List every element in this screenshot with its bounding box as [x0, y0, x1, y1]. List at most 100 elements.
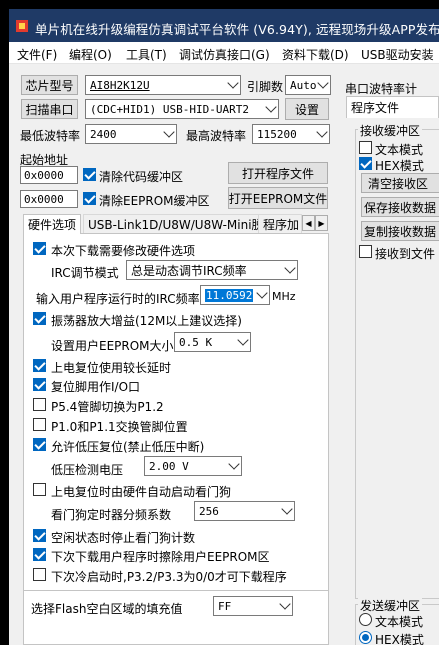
chevron-down-icon: [281, 503, 293, 515]
wdt-auto-start-label: 上电复位时由硬件自动启动看门狗: [51, 485, 232, 499]
chevron-down-icon: [284, 262, 296, 274]
low-voltage-label: 低压检测电压: [51, 463, 124, 477]
max-baud-select[interactable]: 115200: [252, 124, 330, 144]
low-voltage-select[interactable]: 2.00 V: [144, 456, 242, 476]
chip-type-button[interactable]: 芯片型号: [21, 75, 78, 95]
tab-program-encryption[interactable]: 程序加: [258, 214, 302, 234]
chevron-down-icon: [163, 126, 175, 138]
cold-boot-condition-checkbox[interactable]: [33, 568, 46, 581]
eeprom-start-address-input[interactable]: 0x0000: [20, 190, 78, 208]
tab-baud-calculator[interactable]: 串口波特率计: [341, 79, 439, 97]
eeprom-size-label: 设置用户EEPROM大小: [51, 339, 174, 353]
save-receive-button[interactable]: 保存接收数据: [361, 197, 439, 217]
min-baud-value: 2400: [90, 127, 117, 141]
wdt-divider-select[interactable]: 256: [194, 501, 295, 521]
settings-button[interactable]: 设置: [285, 98, 329, 120]
scan-port-button[interactable]: 扫描串口: [21, 99, 78, 119]
flash-fill-select[interactable]: FF: [213, 596, 293, 616]
port-value: (CDC+HID1) USB-HID-UART2: [90, 102, 249, 116]
chevron-down-icon: [227, 77, 239, 89]
tab-hardware-options[interactable]: 硬件选项: [23, 214, 82, 234]
low-voltage-reset-label: 允许低压复位(禁止低压中断): [51, 440, 205, 454]
irc-frequency-select[interactable]: 11.0592: [200, 285, 270, 305]
irc-frequency-value: 11.0592: [205, 288, 254, 302]
pin-count-value: Auto: [290, 78, 317, 92]
pin-count-select[interactable]: Auto: [285, 75, 331, 95]
clear-code-buffer-label: 清除代码缓冲区: [99, 170, 184, 184]
erase-eeprom-checkbox[interactable]: [33, 548, 46, 561]
eeprom-size-value: 0.5 K: [179, 335, 213, 349]
title-bar: 单片机在线升级编程仿真调试平台软件 (V6.94Y), 远程现场升级APP发布: [9, 9, 439, 42]
flash-fill-label: 选择Flash空白区域的填充值: [31, 602, 183, 616]
tab-scroll-right-icon[interactable]: ▶: [315, 215, 328, 231]
idle-stop-wdt-checkbox[interactable]: [33, 529, 46, 542]
reset-pin-io-label: 复位脚用作I/O口: [51, 380, 141, 394]
min-baud-select[interactable]: 2400: [85, 124, 177, 144]
hex-mode-label: HEX模式: [375, 159, 424, 173]
text-mode-label: 文本模式: [375, 143, 424, 157]
p54-p12-label: P5.4管脚切换为P1.2: [51, 400, 164, 414]
menu-tools[interactable]: 工具(T): [126, 46, 167, 63]
code-start-address-input[interactable]: 0x0000: [20, 166, 78, 184]
clear-receive-button[interactable]: 清空接收区: [361, 173, 439, 193]
chevron-down-icon: [256, 287, 268, 299]
irc-frequency-unit: MHz: [272, 290, 296, 303]
chip-type-value: AI8H2K12U: [90, 78, 150, 92]
hex-mode-checkbox[interactable]: [359, 157, 372, 170]
modify-hw-options-label: 本次下载需要修改硬件选项: [51, 244, 196, 258]
tab-scroll-left-icon[interactable]: ◀: [302, 215, 315, 231]
max-baud-value: 115200: [257, 127, 297, 141]
clear-eeprom-buffer-checkbox[interactable]: [83, 192, 96, 205]
irc-mode-label: IRC调节模式: [51, 266, 119, 280]
chevron-down-icon: [228, 458, 240, 470]
power-reset-delay-label: 上电复位使用较长延时: [51, 361, 172, 375]
irc-frequency-label: 输入用户程序运行时的IRC频率: [36, 292, 200, 306]
copy-receive-button[interactable]: 复制接收数据: [361, 221, 439, 241]
menu-usb-driver[interactable]: USB驱动安装: [361, 46, 434, 63]
tab-usb-link[interactable]: USB-Link1D/U8W/U8W-Mini脱机: [83, 214, 281, 234]
send-hex-mode-radio[interactable]: [359, 631, 372, 644]
irc-mode-value: 总是动态调节IRC频率: [131, 263, 247, 278]
wdt-divider-label: 看门狗定时器分频系数: [51, 508, 172, 522]
menu-bar: 文件(F) 编程(O) 工具(T) 调试仿真接口(G) 资料下载(D) USB驱…: [9, 42, 439, 64]
chip-type-select[interactable]: AI8H2K12U: [85, 75, 241, 95]
clear-code-buffer-checkbox[interactable]: [83, 168, 96, 181]
chevron-down-icon: [317, 77, 329, 89]
send-hex-mode-label: HEX模式: [375, 633, 424, 645]
chevron-down-icon: [265, 101, 277, 113]
receive-buffer-title: 接收缓冲区: [358, 122, 423, 139]
receive-to-file-checkbox[interactable]: [359, 245, 372, 258]
osc-gain-label: 振荡器放大增益(12M以上建议选择): [51, 314, 242, 328]
menu-debug[interactable]: 调试仿真接口(G): [179, 46, 270, 63]
send-text-mode-radio[interactable]: [359, 613, 372, 626]
chevron-down-icon: [237, 334, 249, 346]
idle-stop-wdt-label: 空闲状态时停止看门狗计数: [51, 531, 196, 545]
tab-program-file[interactable]: 程序文件: [346, 96, 439, 118]
send-buffer-title: 发送缓冲区: [358, 597, 423, 614]
receive-to-file-label: 接收到文件: [375, 247, 436, 261]
open-eeprom-file-button[interactable]: 打开EEPROM文件: [228, 187, 328, 209]
chevron-down-icon: [316, 126, 328, 138]
menu-download[interactable]: 资料下载(D): [282, 46, 349, 63]
menu-program[interactable]: 编程(O): [69, 46, 112, 63]
osc-gain-checkbox[interactable]: [33, 312, 46, 325]
low-voltage-reset-checkbox[interactable]: [33, 438, 46, 451]
open-program-file-button[interactable]: 打开程序文件: [228, 162, 328, 184]
port-select[interactable]: (CDC+HID1) USB-HID-UART2: [85, 99, 279, 119]
wdt-divider-value: 256: [199, 504, 219, 518]
p10-p11-swap-checkbox[interactable]: [33, 418, 46, 431]
modify-hw-options-checkbox[interactable]: [33, 242, 46, 255]
flash-fill-value: FF: [218, 599, 232, 613]
irc-mode-select[interactable]: 总是动态调节IRC频率: [126, 260, 298, 280]
send-text-mode-label: 文本模式: [375, 615, 424, 629]
low-voltage-value: 2.00 V: [149, 459, 189, 473]
wdt-auto-start-checkbox[interactable]: [33, 483, 46, 496]
text-mode-checkbox[interactable]: [359, 141, 372, 154]
p54-p12-checkbox[interactable]: [33, 398, 46, 411]
power-reset-delay-checkbox[interactable]: [33, 359, 46, 372]
menu-file[interactable]: 文件(F): [17, 46, 57, 63]
reset-pin-io-checkbox[interactable]: [33, 378, 46, 391]
p10-p11-swap-label: P1.0和P1.1交换管脚位置: [51, 420, 188, 434]
eeprom-size-select[interactable]: 0.5 K: [174, 332, 251, 352]
min-baud-label: 最低波特率: [20, 129, 81, 143]
